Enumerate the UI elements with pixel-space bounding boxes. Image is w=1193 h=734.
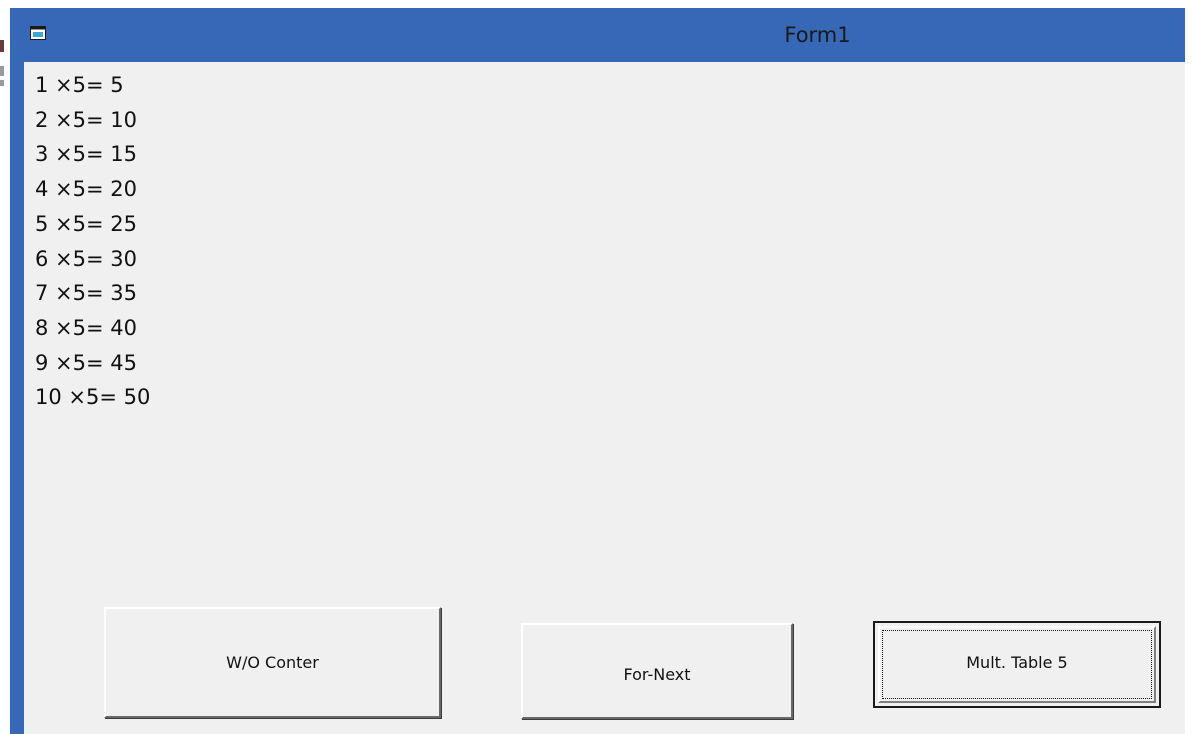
output-line: 7 ×5= 35 <box>35 281 137 306</box>
for-next-button[interactable]: For-Next <box>521 623 793 719</box>
multiplication-output: 1 ×5= 5 2 ×5= 10 3 ×5= 15 4 ×5= 20 5 ×5=… <box>35 68 150 415</box>
edge-mark <box>0 80 4 86</box>
edge-mark <box>0 66 4 76</box>
screen: Form1 1 ×5= 5 2 ×5= 10 3 ×5= 15 4 ×5= 20… <box>0 0 1193 734</box>
edge-mark <box>0 40 4 52</box>
for-next-button-label: For-Next <box>623 665 691 684</box>
output-line: 10 ×5= 50 <box>35 385 151 410</box>
output-line: 1 ×5= 5 <box>35 73 124 97</box>
without-counter-button[interactable]: W/O Conter <box>104 607 441 718</box>
output-line: 5 ×5= 25 <box>35 211 137 236</box>
title-bar[interactable]: Form1 <box>10 8 1185 62</box>
form-window: Form1 1 ×5= 5 2 ×5= 10 3 ×5= 15 4 ×5= 20… <box>10 8 1185 734</box>
output-line: 2 ×5= 10 <box>35 107 137 132</box>
mult-table-button[interactable]: Mult. Table 5 <box>873 621 1161 708</box>
form-client-area: 1 ×5= 5 2 ×5= 10 3 ×5= 15 4 ×5= 20 5 ×5=… <box>24 62 1185 734</box>
mult-table-button-label: Mult. Table 5 <box>966 653 1068 672</box>
output-line: 4 ×5= 20 <box>35 177 137 202</box>
background-edge <box>0 0 10 734</box>
output-line: 9 ×5= 45 <box>35 350 137 375</box>
without-counter-button-label: W/O Conter <box>226 653 319 672</box>
output-line: 3 ×5= 15 <box>35 142 137 167</box>
output-line: 8 ×5= 40 <box>35 315 137 340</box>
output-line: 6 ×5= 30 <box>35 246 137 271</box>
window-title: Form1 <box>784 23 851 47</box>
